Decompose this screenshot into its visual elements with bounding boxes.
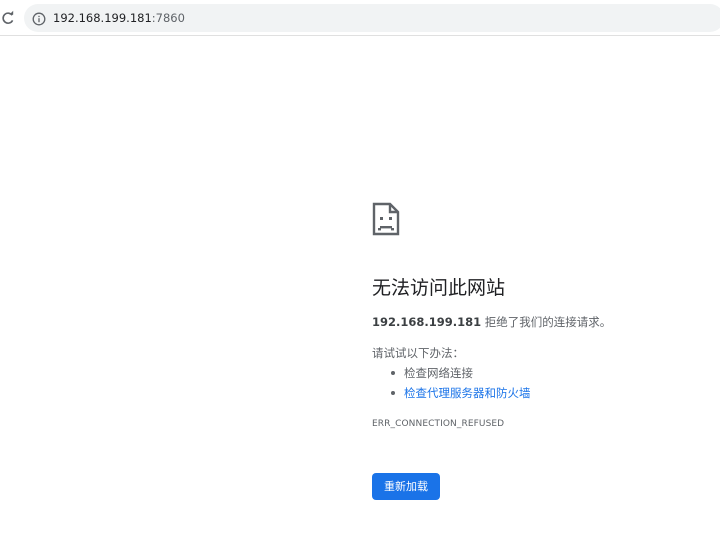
suggestion-link[interactable]: 检查代理服务器和防火墙 xyxy=(404,386,531,400)
suggestion-check-proxy-firewall: 检查代理服务器和防火墙 xyxy=(372,384,531,404)
error-summary: 192.168.199.181 拒绝了我们的连接请求。 xyxy=(372,314,611,330)
summary-host: 192.168.199.181 xyxy=(372,315,482,329)
url-host: 192.168.199.181 xyxy=(53,11,152,25)
url-port: :7860 xyxy=(151,11,185,25)
browser-toolbar: 192.168.199.181:7860 xyxy=(0,0,720,36)
info-icon[interactable] xyxy=(32,11,46,26)
error-title: 无法访问此网站 xyxy=(372,277,506,299)
suggestion-check-network: 检查网络连接 xyxy=(372,364,531,384)
url-text[interactable]: 192.168.199.181:7860 xyxy=(53,10,185,26)
error-code: ERR_CONNECTION_REFUSED xyxy=(372,419,505,429)
sad-page-icon xyxy=(372,202,400,236)
suggestion-text: 检查网络连接 xyxy=(404,366,473,380)
reload-button[interactable]: 重新加载 xyxy=(372,473,440,500)
suggestions-label: 请试试以下办法： xyxy=(372,346,464,360)
address-bar[interactable]: 192.168.199.181:7860 xyxy=(24,4,720,32)
summary-text: 拒绝了我们的连接请求。 xyxy=(481,315,612,329)
suggestions-list: 检查网络连接 检查代理服务器和防火墙 xyxy=(372,364,531,404)
reload-icon[interactable] xyxy=(0,8,16,28)
